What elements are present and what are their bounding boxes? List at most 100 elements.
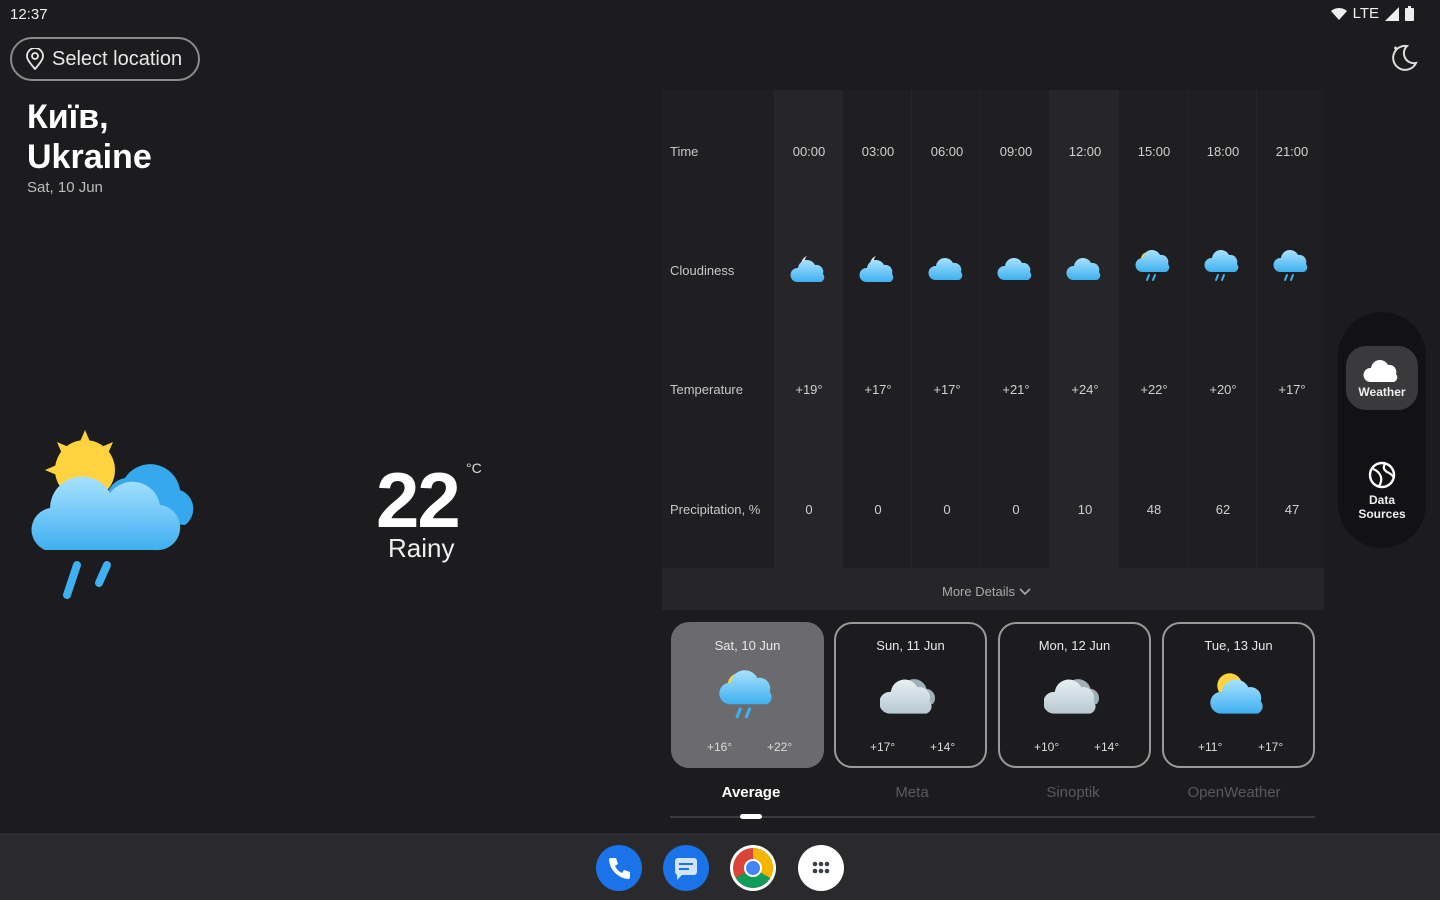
time-cell: 21:00 <box>1275 144 1309 159</box>
tab-track <box>670 816 1315 818</box>
taskbar-dock <box>0 833 1440 900</box>
sun-cloud-icon <box>1208 664 1270 726</box>
message-icon <box>675 858 697 880</box>
row-label-time: Time <box>670 144 699 159</box>
sun-cloud-rain-icon <box>717 664 779 726</box>
day-min-temp: +16° <box>707 740 733 754</box>
time-cell: 12:00 <box>1068 144 1102 159</box>
table-column <box>843 90 911 568</box>
select-location-button[interactable]: Select location <box>10 37 200 81</box>
temperature-cell: +19° <box>795 382 823 397</box>
tab-meta[interactable]: Meta <box>832 784 992 801</box>
table-column <box>1188 90 1256 568</box>
city-name: Київ, Ukraine <box>27 97 152 177</box>
location-pin-icon <box>26 48 44 70</box>
chrome-icon <box>733 848 773 888</box>
current-temperature: 22 <box>376 456 461 544</box>
day-label: Sat, 10 Jun <box>714 638 781 653</box>
temperature-unit: °C <box>466 460 482 476</box>
table-column <box>981 90 1049 568</box>
temperature-cell: +21° <box>1002 382 1030 397</box>
day-label: Sun, 11 Jun <box>876 638 945 653</box>
tab-average[interactable]: Average <box>671 784 831 801</box>
chevron-down-icon <box>1019 587 1031 595</box>
table-column <box>1119 90 1187 568</box>
chrome-app-icon[interactable] <box>730 845 776 891</box>
rail-item-weather[interactable]: Weather <box>1346 346 1418 410</box>
more-details-button[interactable]: More Details <box>942 584 1031 599</box>
time-cell: 06:00 <box>930 144 964 159</box>
precipitation-cell: 62 <box>1215 502 1231 517</box>
cloud-rain-icon <box>1272 248 1312 284</box>
tab-openweather[interactable]: OpenWeather <box>1154 784 1314 801</box>
current-date: Sat, 10 Jun <box>27 179 103 196</box>
phone-icon <box>609 858 630 879</box>
table-column <box>1257 90 1324 568</box>
temperature-cell: +17° <box>1278 382 1306 397</box>
row-label-temperature: Temperature <box>670 382 743 397</box>
messages-app-icon[interactable] <box>663 845 709 891</box>
precipitation-cell: 48 <box>1146 502 1162 517</box>
day-max-temp: +14° <box>930 740 956 754</box>
precipitation-cell: 0 <box>943 502 951 517</box>
rail-item-data-sources[interactable]: Data Sources <box>1346 458 1418 522</box>
status-time: 12:37 <box>10 6 48 23</box>
temperature-cell: +22° <box>1140 382 1168 397</box>
sun-cloud-rain-icon <box>31 430 194 599</box>
sun-cloud-rain-icon <box>1134 248 1174 284</box>
rail-label: Data Sources <box>1358 493 1406 521</box>
phone-app-icon[interactable] <box>596 845 642 891</box>
globe-icon <box>1368 461 1396 489</box>
precipitation-cell: 0 <box>1012 502 1020 517</box>
city-line: Київ, <box>27 98 109 136</box>
moon-cloud-icon <box>858 252 898 288</box>
cloud-icon <box>1065 252 1105 288</box>
day-card[interactable]: Sun, 11 Jun +17° +14° <box>834 622 987 768</box>
current-condition: Rainy <box>388 533 455 563</box>
day-card[interactable]: Tue, 13 Jun +11° +17° <box>1162 622 1315 768</box>
time-cell: 18:00 <box>1206 144 1240 159</box>
day-min-temp: +10° <box>1034 740 1060 754</box>
day-min-temp: +11° <box>1198 740 1223 754</box>
precipitation-cell: 0 <box>805 502 813 517</box>
day-max-temp: +17° <box>1258 740 1284 754</box>
table-column <box>912 90 980 568</box>
temperature-cell: +17° <box>933 382 961 397</box>
row-label-precipitation: Precipitation, % <box>670 502 761 517</box>
grid-icon <box>812 861 830 874</box>
theme-toggle-icon[interactable] <box>1388 42 1420 74</box>
row-label-cloudiness: Cloudiness <box>670 263 735 278</box>
tab-indicator <box>740 814 762 819</box>
time-cell: 00:00 <box>792 144 826 159</box>
cloud-icon <box>1363 360 1398 382</box>
tab-sinoptik[interactable]: Sinoptik <box>993 784 1153 801</box>
day-card[interactable]: Mon, 12 Jun +10° +14° <box>998 622 1151 768</box>
wifi-icon <box>1330 7 1347 20</box>
day-label: Mon, 12 Jun <box>1038 638 1111 653</box>
cloud-rain-icon <box>1203 248 1243 284</box>
temperature-cell: +20° <box>1209 382 1237 397</box>
select-location-label: Select location <box>52 47 183 70</box>
temperature-cell: +17° <box>864 382 892 397</box>
navigation-rail: Weather Data Sources <box>1338 312 1426 548</box>
time-cell: 09:00 <box>999 144 1033 159</box>
status-icons: LTE <box>1330 5 1414 22</box>
time-cell: 03:00 <box>861 144 895 159</box>
app-drawer-icon[interactable] <box>798 845 844 891</box>
precipitation-cell: 10 <box>1077 502 1093 517</box>
precipitation-cell: 0 <box>874 502 882 517</box>
country-line: Ukraine <box>27 138 152 176</box>
rail-label: Weather <box>1358 385 1406 399</box>
day-min-temp: +17° <box>870 740 896 754</box>
more-details-label: More Details <box>942 584 1015 599</box>
status-bar: 12:37 LTE <box>0 0 1440 28</box>
battery-icon <box>1405 6 1414 21</box>
day-card[interactable]: Sat, 10 Jun +16° +22° <box>671 622 824 768</box>
hourly-forecast-table: Time Cloudiness Temperature Precipitatio… <box>662 90 1324 610</box>
day-label: Tue, 13 Jun <box>1204 638 1273 653</box>
signal-icon <box>1385 6 1399 21</box>
time-cell: 15:00 <box>1137 144 1171 159</box>
cloud-icon <box>880 664 942 726</box>
cloud-icon <box>927 252 967 288</box>
day-max-temp: +22° <box>767 740 793 754</box>
